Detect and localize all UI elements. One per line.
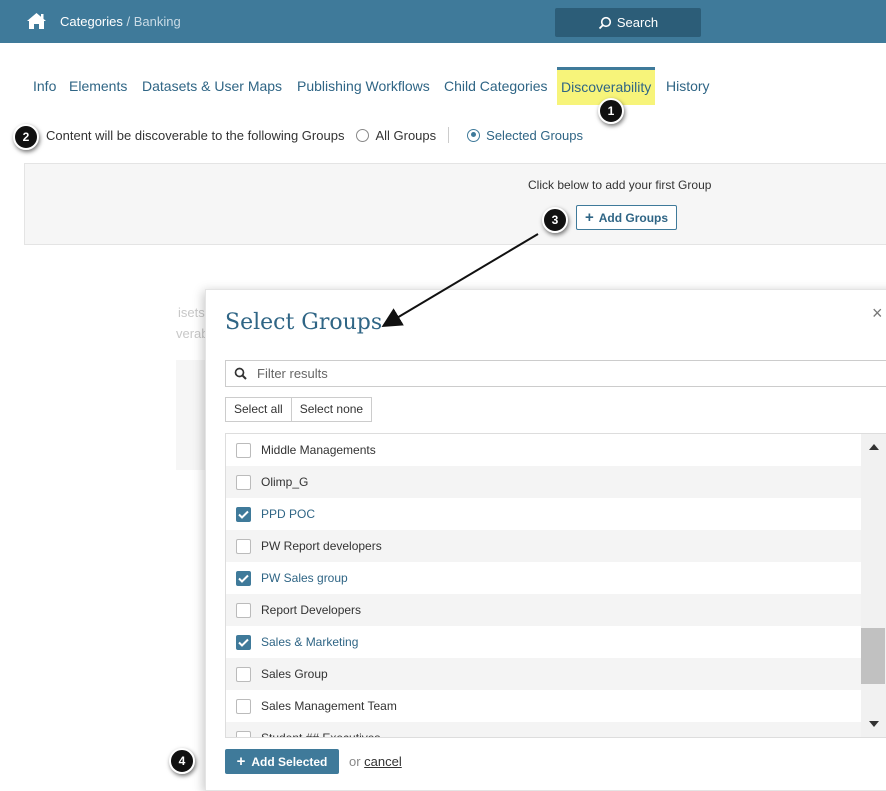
group-list-item[interactable]: PPD POC <box>226 498 862 530</box>
callout-marker: 2 <box>13 124 39 150</box>
tab-publishing-workflows[interactable]: Publishing Workflows <box>297 67 430 105</box>
check-icon <box>238 638 249 647</box>
scrollbar-thumb[interactable] <box>861 628 885 684</box>
group-list-item[interactable]: Sales Group <box>226 658 862 690</box>
group-checkbox[interactable] <box>236 442 251 458</box>
ghost-panel <box>176 360 206 470</box>
tab-history[interactable]: History <box>666 67 710 105</box>
group-label: Middle Managements <box>261 443 376 457</box>
group-label: PW Sales group <box>261 571 348 585</box>
callout-marker: 3 <box>542 207 568 233</box>
group-checkbox[interactable] <box>236 474 251 490</box>
breadcrumb-current: Banking <box>133 14 181 29</box>
group-list-item[interactable]: Student ## Executives <box>226 722 862 738</box>
divider <box>448 127 450 143</box>
groups-list: Middle Managements Olimp_G PPD POC PW Repor… <box>225 433 886 738</box>
close-icon[interactable]: × <box>872 303 883 324</box>
breadcrumb: Categories / Banking <box>60 14 181 29</box>
group-checkbox[interactable] <box>236 538 251 554</box>
callout-marker: 4 <box>169 748 195 774</box>
scroll-down-arrow-icon[interactable] <box>869 721 879 727</box>
search-label: Search <box>616 15 659 30</box>
tab-bar: Info Elements Datasets & User Maps Publi… <box>0 67 886 105</box>
group-list-item[interactable]: Sales Management Team <box>226 690 862 722</box>
plus-icon: + <box>236 753 246 770</box>
group-checkbox[interactable] <box>236 570 251 586</box>
group-checkbox[interactable] <box>236 698 251 714</box>
select-all-button[interactable]: Select all <box>225 397 292 422</box>
group-checkbox[interactable] <box>236 602 251 618</box>
add-groups-button[interactable]: + Add Groups <box>576 205 677 230</box>
breadcrumb-separator: / <box>122 14 134 29</box>
group-label: Report Developers <box>261 603 362 617</box>
group-list-item[interactable]: Middle Managements <box>226 434 862 466</box>
tab-child-categories[interactable]: Child Categories <box>444 67 548 105</box>
search-icon <box>234 367 247 380</box>
plus-icon: + <box>584 209 594 226</box>
cancel-link[interactable]: cancel <box>364 754 402 769</box>
group-list-item[interactable]: PW Report developers <box>226 530 862 562</box>
group-list-item[interactable]: Report Developers <box>226 594 862 626</box>
check-icon <box>238 510 249 519</box>
check-icon <box>238 574 249 583</box>
add-selected-button[interactable]: + Add Selected <box>225 749 339 774</box>
group-checkbox[interactable] <box>236 666 251 682</box>
group-label: PPD POC <box>261 507 316 521</box>
breadcrumb-root[interactable]: Categories <box>60 14 123 29</box>
filter-input[interactable] <box>255 365 659 382</box>
search-button[interactable]: Search <box>555 8 701 37</box>
add-selected-label: Add Selected <box>251 754 328 769</box>
discoverability-options: Content will be discoverable to the foll… <box>46 127 583 143</box>
cancel-link-row: or cancel <box>349 754 402 769</box>
tab-datasets-user-maps[interactable]: Datasets & User Maps <box>142 67 282 105</box>
group-label: PW Report developers <box>261 539 382 553</box>
group-list-item[interactable]: PW Sales group <box>226 562 862 594</box>
group-checkbox[interactable] <box>236 730 251 737</box>
group-label: Student ## Executives <box>261 731 381 738</box>
group-checkbox[interactable] <box>236 506 251 522</box>
empty-message: Click below to add your first Group <box>528 178 712 192</box>
radio-selected-groups-label[interactable]: Selected Groups <box>486 128 583 143</box>
home-icon[interactable] <box>26 12 47 30</box>
or-text: or <box>349 754 365 769</box>
scroll-up-arrow-icon[interactable] <box>869 444 879 450</box>
radio-selected-groups[interactable] <box>467 128 481 142</box>
filter-field[interactable] <box>225 360 886 387</box>
ghost-text: isets <box>178 305 205 320</box>
group-label: Olimp_G <box>261 475 309 489</box>
add-groups-label: Add Groups <box>598 210 669 225</box>
group-label: Sales Group <box>261 667 328 681</box>
selection-buttons: Select all Select none <box>225 397 373 422</box>
radio-all-groups-label[interactable]: All Groups <box>375 128 436 143</box>
group-label: Sales Management Team <box>261 699 397 713</box>
tab-info[interactable]: Info <box>33 67 56 105</box>
modal-title: Select Groups <box>225 310 383 335</box>
group-label: Sales & Marketing <box>261 635 359 649</box>
radio-all-groups[interactable] <box>356 128 370 142</box>
callout-marker: 1 <box>598 98 624 124</box>
group-list-item[interactable]: Sales & Marketing <box>226 626 862 658</box>
ghost-text: verab <box>176 326 209 341</box>
group-checkbox[interactable] <box>236 634 251 650</box>
tab-elements[interactable]: Elements <box>69 67 127 105</box>
search-icon <box>598 16 611 29</box>
select-none-button[interactable]: Select none <box>291 397 373 422</box>
groups-list-scrollbar[interactable] <box>861 434 886 737</box>
group-list-item[interactable]: Olimp_G <box>226 466 862 498</box>
discoverability-intro: Content will be discoverable to the foll… <box>46 127 345 143</box>
groups-empty-panel <box>24 163 886 245</box>
